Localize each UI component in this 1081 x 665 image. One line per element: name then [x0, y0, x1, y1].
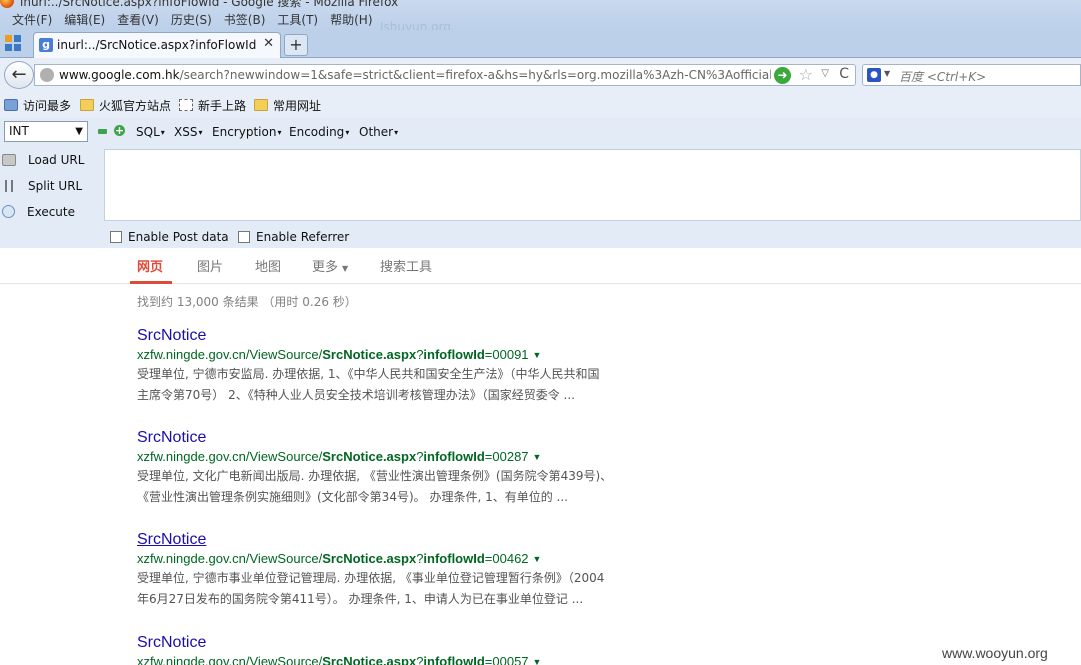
close-tab-icon[interactable]: ✕ — [263, 36, 274, 51]
load-url-button[interactable]: Load URL — [2, 153, 84, 167]
sql-menu[interactable]: SQL▾ — [136, 125, 165, 139]
result-stats: 找到约 13,000 条结果 （用时 0.26 秒） — [137, 295, 357, 309]
search-result: SrcNotice xzfw.ningde.gov.cn/ViewSource/… — [137, 531, 667, 610]
search-placeholder: 百度 <Ctrl+K> — [899, 70, 987, 84]
url-dropdown-icon[interactable]: ▼ — [533, 657, 542, 665]
globe-icon — [40, 68, 54, 82]
checkbox-box[interactable] — [238, 231, 250, 243]
result-snippet: 受理单位, 宁德市安监局. 办理依据, 1、《中华人民共和国安全生产法》（中华人… — [137, 367, 600, 402]
result-url: xzfw.ningde.gov.cn/ViewSource/SrcNotice.… — [137, 347, 542, 362]
play-icon — [2, 205, 15, 218]
increase-icon[interactable]: + — [114, 125, 125, 136]
search-result: SrcNotice xzfw.ningde.gov.cn/ViewSource/… — [137, 634, 667, 665]
hackbar-url-textarea[interactable] — [104, 149, 1081, 221]
url-text: www.google.com.hk/search?newwindow=1&saf… — [59, 68, 771, 82]
bookmark-firefox-official[interactable]: 火狐官方站点 — [80, 97, 171, 114]
tab-maps[interactable]: 地图 — [255, 256, 281, 275]
decrease-icon[interactable] — [98, 129, 107, 134]
bookmarks-toolbar: 访问最多 火狐官方站点 新手上路 常用网址 — [0, 92, 1081, 118]
url-path: /search?newwindow=1&safe=strict&client=f… — [179, 68, 771, 82]
title-bar: inurl:../SrcNotice.aspx?infoFlowId - Goo… — [0, 0, 1081, 34]
search-result: SrcNotice xzfw.ningde.gov.cn/ViewSource/… — [137, 429, 667, 508]
result-snippet: 受理单位, 宁德市事业单位登记管理局. 办理依据, 《事业单位登记管理暂行条例》… — [137, 571, 605, 606]
chevron-down-icon: ▼ — [75, 126, 83, 137]
new-tab-button[interactable]: + — [284, 34, 308, 56]
reload-icon[interactable]: C — [839, 66, 849, 82]
active-tab-underline — [130, 281, 172, 284]
result-title-link[interactable]: SrcNotice — [137, 634, 667, 652]
bookmark-common-sites[interactable]: 常用网址 — [254, 97, 321, 114]
baidu-paw-icon[interactable]: ● — [867, 68, 881, 82]
menu-tools[interactable]: 工具(T) — [271, 11, 324, 28]
menu-view[interactable]: 查看(V) — [111, 11, 165, 28]
engine-dropdown-icon[interactable]: ▼ — [884, 69, 890, 78]
enable-referrer-checkbox[interactable]: Enable Referrer — [238, 230, 349, 244]
url-dropdown-icon[interactable]: ▼ — [533, 452, 542, 462]
menu-bar: 文件(F) 编辑(E) 查看(V) 历史(S) 书签(B) 工具(T) 帮助(H… — [6, 11, 379, 28]
tab-label: inurl:../SrcNotice.aspx?infoFlowId... — [57, 38, 257, 52]
load-url-icon — [2, 154, 16, 166]
bookmark-getting-started[interactable]: 新手上路 — [179, 97, 246, 114]
result-snippet: 受理单位, 文化广电新闻出版局. 办理依据, 《营业性演出管理条例》(国务院令第… — [137, 469, 613, 504]
menu-file[interactable]: 文件(F) — [6, 11, 58, 28]
result-title-link[interactable]: SrcNotice — [137, 429, 667, 447]
url-dropdown-icon[interactable]: ▼ — [533, 350, 542, 360]
encryption-menu[interactable]: Encryption▾ — [212, 125, 281, 139]
encoding-menu[interactable]: Encoding▾ — [289, 125, 349, 139]
menu-edit[interactable]: 编辑(E) — [58, 11, 111, 28]
folder-icon — [254, 99, 268, 111]
bookmark-star-icon[interactable]: ☆ — [799, 65, 813, 84]
url-history-dropdown-icon[interactable]: ▽ — [821, 68, 829, 79]
search-bar[interactable]: ● ▼ 百度 <Ctrl+K> — [862, 64, 1081, 86]
result-url: xzfw.ningde.gov.cn/ViewSource/SrcNotice.… — [137, 654, 542, 665]
result-title-link[interactable]: SrcNotice — [137, 327, 667, 345]
search-result: SrcNotice xzfw.ningde.gov.cn/ViewSource/… — [137, 327, 667, 406]
page-icon — [179, 99, 193, 111]
chevron-down-icon: ▼ — [342, 264, 349, 273]
tab-google-search[interactable]: g inurl:../SrcNotice.aspx?infoFlowId... … — [33, 32, 281, 58]
tab-search-tools[interactable]: 搜索工具 — [380, 256, 432, 275]
result-title-link[interactable]: SrcNotice — [137, 531, 667, 549]
menu-bookmarks[interactable]: 书签(B) — [218, 11, 272, 28]
url-host: www.google.com.hk — [59, 68, 180, 82]
watermark: www.wooyun.org — [942, 645, 1048, 661]
google-favicon-icon: g — [39, 38, 53, 52]
back-button[interactable]: ← — [4, 61, 34, 89]
split-url-button[interactable]: Split URL — [2, 179, 82, 193]
folder-icon — [80, 99, 94, 111]
execute-button[interactable]: Execute — [2, 205, 75, 219]
firefox-logo-icon — [0, 0, 14, 8]
result-url: xzfw.ningde.gov.cn/ViewSource/SrcNotice.… — [137, 551, 542, 566]
google-result-tabs: 网页 图片 地图 更多 ▼ 搜索工具 — [0, 248, 1081, 284]
enable-post-data-checkbox[interactable]: Enable Post data — [110, 230, 229, 244]
url-bar[interactable]: www.google.com.hk/search?newwindow=1&saf… — [34, 64, 856, 86]
tab-more[interactable]: 更多 ▼ — [312, 256, 348, 275]
scissors-icon — [5, 180, 13, 192]
xss-menu[interactable]: XSS▾ — [174, 125, 202, 139]
navigation-bar: ← www.google.com.hk/search?newwindow=1&s… — [0, 58, 1081, 92]
tab-groups-icon[interactable] — [4, 34, 26, 54]
browser-window: inurl:../SrcNotice.aspx?infoFlowId - Goo… — [0, 0, 1081, 665]
most-visited-icon — [4, 99, 18, 111]
tab-strip: g inurl:../SrcNotice.aspx?infoFlowId... … — [0, 30, 1081, 58]
other-menu[interactable]: Other▾ — [359, 125, 398, 139]
tab-web[interactable]: 网页 — [137, 256, 163, 275]
go-arrow-icon[interactable]: ➜ — [774, 67, 791, 84]
hackbar-panel: INT ▼ + SQL▾ XSS▾ Encryption▾ Encoding▾ … — [0, 118, 1081, 248]
menu-history[interactable]: 历史(S) — [165, 11, 218, 28]
result-url: xzfw.ningde.gov.cn/ViewSource/SrcNotice.… — [137, 449, 542, 464]
checkbox-box[interactable] — [110, 231, 122, 243]
url-dropdown-icon[interactable]: ▼ — [533, 554, 542, 564]
window-title: inurl:../SrcNotice.aspx?infoFlowId - Goo… — [20, 0, 399, 9]
bookmark-most-visited[interactable]: 访问最多 — [4, 97, 71, 114]
tab-images[interactable]: 图片 — [197, 256, 223, 275]
menu-help[interactable]: 帮助(H) — [324, 11, 378, 28]
int-select[interactable]: INT ▼ — [4, 121, 88, 142]
